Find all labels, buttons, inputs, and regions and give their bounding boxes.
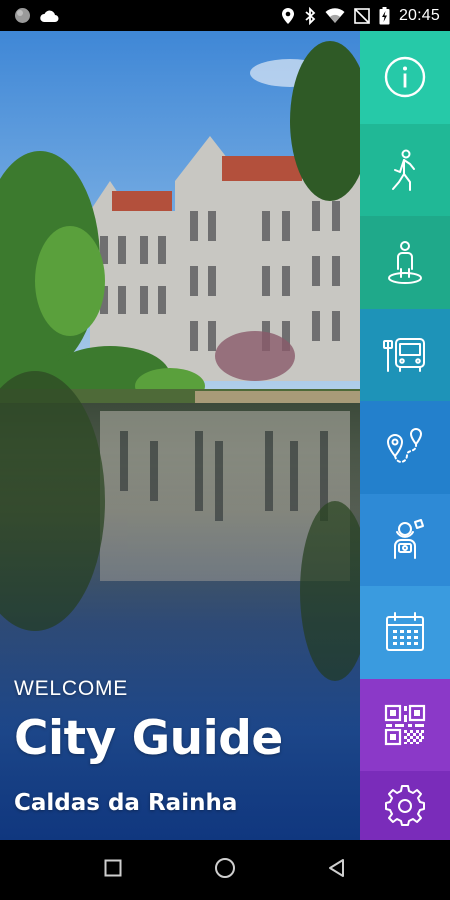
city-name: Caldas da Rainha [14, 790, 238, 816]
tourist-icon [383, 518, 427, 562]
menu-tile-walking-tours[interactable] [360, 123, 450, 216]
info-icon [383, 55, 427, 99]
calendar-icon [383, 610, 427, 654]
bluetooth-icon [304, 6, 316, 25]
route-pins-icon [383, 425, 427, 469]
screen: 20:45 WELCOME City Guide Caldas da Rainh… [0, 0, 450, 900]
menu-tile-routes[interactable] [360, 401, 450, 494]
status-left [14, 7, 59, 24]
menu-tile-events[interactable] [360, 586, 450, 679]
navigation-bar [0, 840, 450, 900]
status-time: 20:45 [398, 6, 440, 24]
no-sim-icon [354, 7, 370, 24]
recents-icon [104, 859, 122, 881]
home-button[interactable] [169, 840, 281, 900]
cloud-icon [39, 9, 59, 23]
status-right: 20:45 [281, 6, 440, 25]
circle-icon [14, 7, 31, 24]
menu-tile-info[interactable] [360, 31, 450, 124]
battery-icon [379, 6, 390, 25]
person-on-map-icon [385, 239, 425, 285]
hero-image: WELCOME City Guide Caldas da Rainha [0, 31, 360, 840]
menu-tile-points-of-interest[interactable] [360, 216, 450, 309]
status-bar: 20:45 [0, 0, 450, 31]
menu-tile-qr-scanner[interactable] [360, 678, 450, 771]
side-menu [360, 31, 450, 840]
welcome-text: WELCOME [14, 677, 129, 700]
recents-button[interactable] [57, 840, 169, 900]
qr-code-icon [383, 703, 427, 747]
back-button[interactable] [281, 840, 393, 900]
wifi-icon [325, 7, 345, 24]
back-icon [328, 858, 346, 882]
menu-tile-transport[interactable] [360, 308, 450, 401]
home-icon [214, 857, 236, 883]
app-title: City Guide [14, 711, 283, 766]
walking-person-icon [385, 148, 425, 192]
settings-gear-icon [384, 784, 426, 827]
menu-tile-tourist-info[interactable] [360, 493, 450, 586]
bus-icon [382, 335, 428, 375]
menu-tile-settings[interactable] [360, 771, 450, 840]
location-icon [281, 7, 295, 25]
